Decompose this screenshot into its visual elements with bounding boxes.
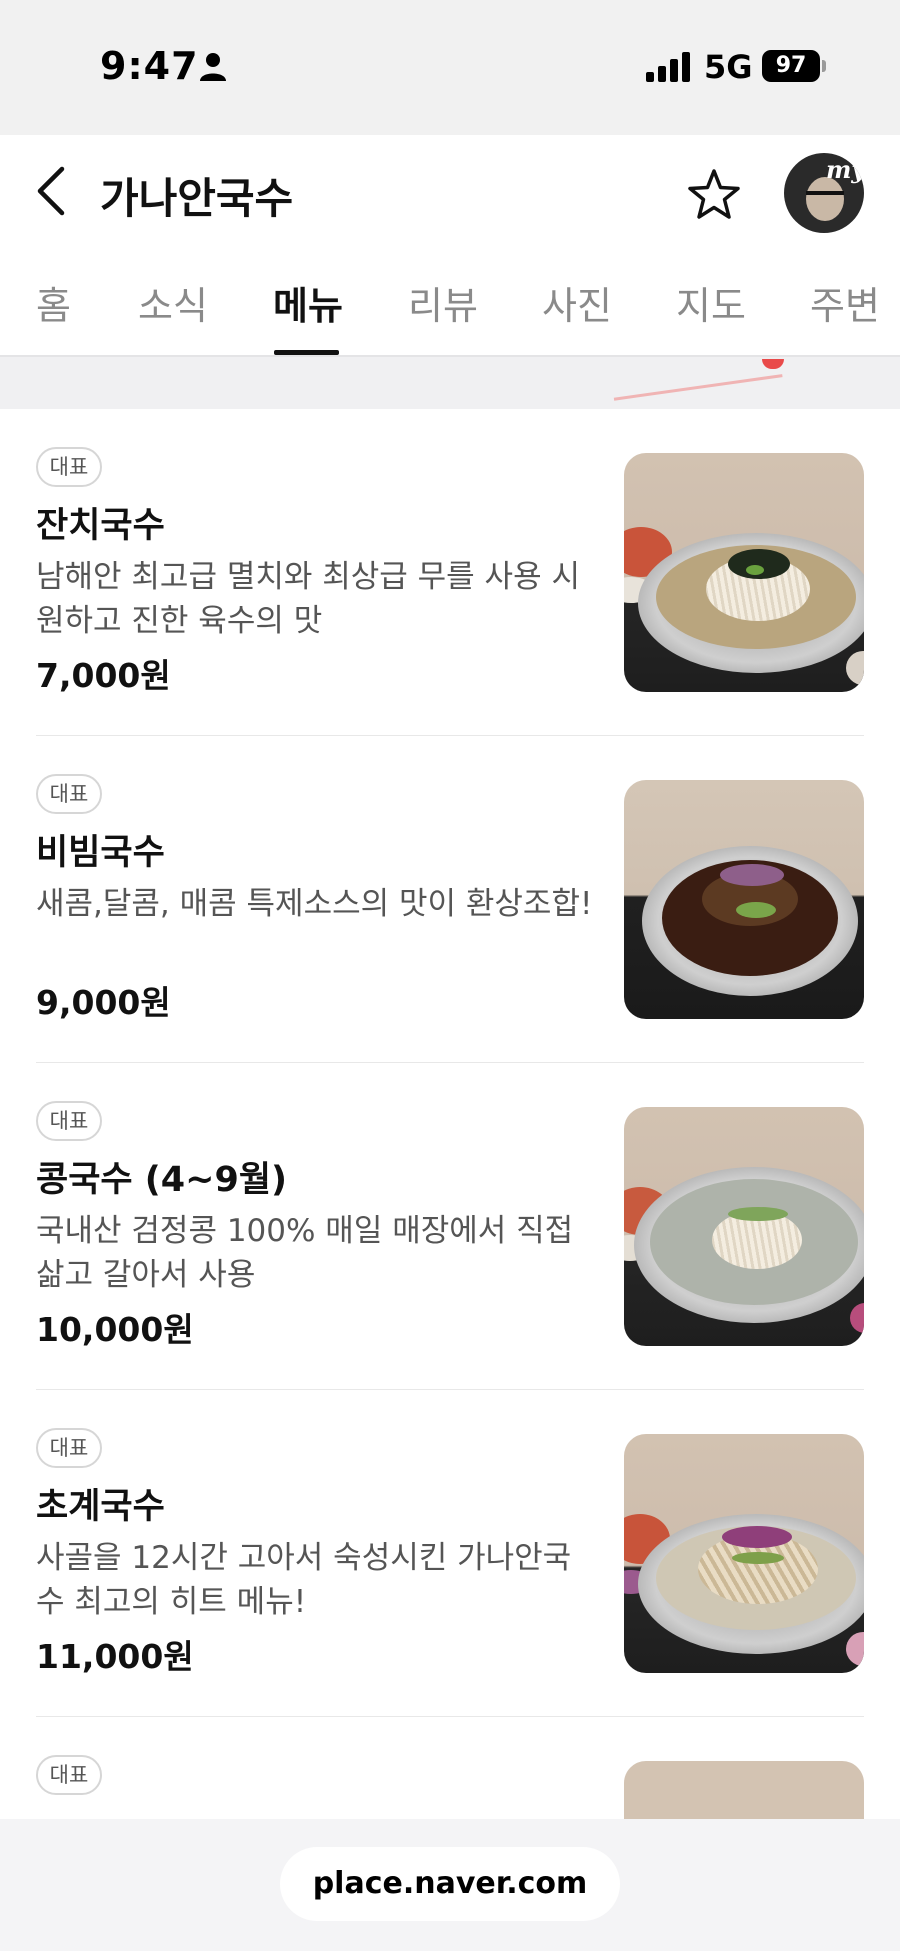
kong-guksu-photo[interactable] [624, 1107, 864, 1346]
chogye-guksu-photo[interactable] [624, 1434, 864, 1673]
signature-badge: 대표 [36, 1101, 102, 1141]
tab-news[interactable]: 소식 [138, 275, 208, 330]
tab-map[interactable]: 지도 [676, 275, 746, 330]
menu-item-description: 새콤,달콤, 매콤 특제소스의 맛이 환상조합! [36, 886, 593, 922]
menu-item-price: 10,000원 [36, 1310, 194, 1349]
person-icon [200, 53, 226, 81]
tab-review[interactable]: 리뷰 [408, 275, 478, 330]
tab-nearby[interactable]: 주변 [810, 275, 880, 330]
banner-decoration [611, 357, 783, 401]
menu-item-janchi-guksu[interactable]: 대표 잔치국수 남해안 최고급 멸치와 최상급 무를 사용 시원하고 진한 육수… [0, 409, 900, 736]
avatar-my-label: my [826, 155, 864, 184]
menu-item-partial[interactable]: 대표 [0, 1717, 900, 1819]
battery-icon: 97 [762, 50, 820, 82]
signal-icon [646, 50, 692, 82]
menu-item-price: 9,000원 [36, 983, 171, 1022]
signature-badge: 대표 [36, 1755, 102, 1795]
page-title: 가나안국수 [100, 174, 294, 223]
menu-item-description: 국내산 검정콩 100% 매일 매장에서 직접 삶고 갈아서 사용 [36, 1213, 574, 1293]
signature-badge: 대표 [36, 447, 102, 487]
menu-item-price: 11,000원 [36, 1637, 194, 1676]
menu-photo[interactable] [624, 1761, 864, 1819]
bibim-guksu-photo[interactable] [624, 780, 864, 1019]
star-icon[interactable] [686, 167, 742, 223]
janchi-guksu-photo[interactable] [624, 453, 864, 692]
menu-item-description: 사골을 12시간 고아서 숙성시킨 가나안국수 최고의 히트 메뉴! [36, 1540, 572, 1620]
menu-item-name: 콩국수 (4~9월) [36, 1160, 288, 1200]
status-bar: 9:47 5G 97 [0, 0, 900, 135]
signature-badge: 대표 [36, 774, 102, 814]
menu-item-kong-guksu[interactable]: 대표 콩국수 (4~9월) 국내산 검정콩 100% 매일 매장에서 직접 삶고… [0, 1063, 900, 1390]
tab-bar: 홈 소식 메뉴 리뷰 사진 지도 주변 [0, 247, 900, 355]
menu-item-chogye-guksu[interactable]: 대표 초계국수 사골을 12시간 고아서 숙성시킨 가나안국수 최고의 히트 메… [0, 1390, 900, 1717]
place-header: 가나안국수 my [0, 135, 900, 247]
menu-item-name: 비빔국수 [36, 833, 165, 873]
browser-url-bar: place.naver.com [0, 1819, 900, 1951]
menu-item-name: 초계국수 [36, 1487, 165, 1527]
avatar-glasses [806, 191, 844, 199]
battery-tip [822, 60, 826, 72]
menu-item-name: 잔치국수 [36, 506, 165, 546]
section-separator [0, 355, 900, 409]
url-field[interactable]: place.naver.com [280, 1847, 620, 1921]
avatar[interactable]: my [784, 153, 864, 233]
tab-home[interactable]: 홈 [36, 275, 71, 330]
menu-item-bibim-guksu[interactable]: 대표 비빔국수 새콤,달콤, 매콤 특제소스의 맛이 환상조합! 9,000원 [0, 736, 900, 1063]
tab-photo[interactable]: 사진 [542, 275, 612, 330]
tab-menu[interactable]: 메뉴 [273, 275, 343, 330]
status-time: 9:47 [100, 44, 199, 88]
signature-badge: 대표 [36, 1428, 102, 1468]
menu-item-description: 남해안 최고급 멸치와 최상급 무를 사용 시원하고 진한 육수의 맛 [36, 559, 580, 639]
network-type: 5G [704, 48, 753, 86]
menu-item-price: 7,000원 [36, 656, 171, 695]
back-chevron-icon[interactable] [32, 165, 72, 217]
menu-list: 대표 잔치국수 남해안 최고급 멸치와 최상급 무를 사용 시원하고 진한 육수… [0, 409, 900, 1819]
